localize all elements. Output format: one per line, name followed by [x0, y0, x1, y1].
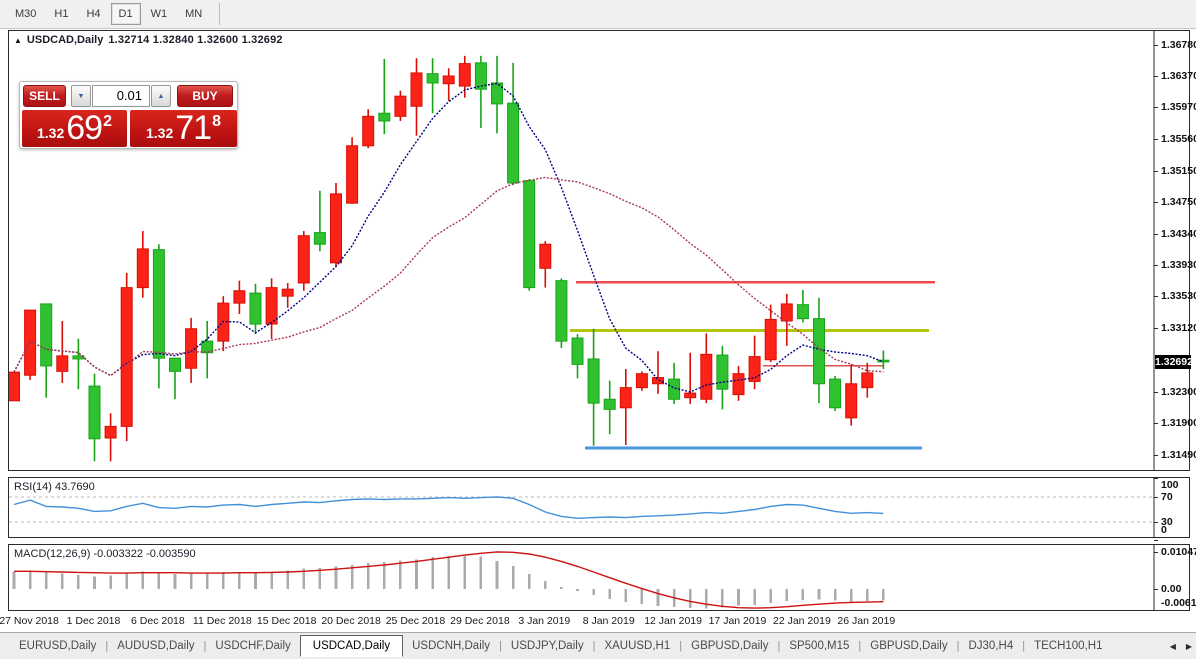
sell-quote-panel[interactable]: 1.32 69 2 [22, 110, 127, 147]
timeframe-buttons: M30H1H4D1W1MN [6, 3, 211, 25]
collapse-icon[interactable]: ▲ [14, 36, 22, 45]
timeframe-toolbar: M30H1H4D1W1MN [0, 0, 1196, 29]
macd-axis-label: 0.010471 [1161, 546, 1196, 558]
price-axis-label: 1.34340 [1161, 228, 1196, 240]
price-chart-pane[interactable]: ▲ USDCAD,Daily 1.32714 1.32840 1.32600 1… [8, 30, 1190, 471]
price-axis-label: 1.36370 [1161, 70, 1196, 82]
macd-axis-tick [1154, 552, 1158, 553]
rsi-chart-canvas[interactable] [9, 478, 1189, 537]
chart-tab-bar: EURUSD,Daily|AUDUSD,Daily|USDCHF,DailyUS… [0, 632, 1196, 659]
buy-price-prefix: 1.32 [146, 125, 173, 141]
price-axis-label: 1.35970 [1161, 101, 1196, 113]
tab-audusd-daily[interactable]: AUDUSD,Daily [108, 636, 203, 656]
rsi-label: RSI(14) 43.7690 [14, 481, 95, 493]
macd-label: MACD(12,26,9) -0.003322 -0.003590 [14, 548, 196, 560]
sell-price-prefix: 1.32 [37, 125, 64, 141]
price-axis-label: 1.35150 [1161, 165, 1196, 177]
date-axis-label: 26 Jan 2019 [826, 615, 906, 627]
price-axis-label: 1.33930 [1161, 259, 1196, 271]
price-axis-label: 1.34750 [1161, 196, 1196, 208]
volume-decrease-button[interactable]: ▼ [71, 85, 91, 107]
rsi-indicator-pane[interactable]: RSI(14) 43.7690 10070300 [8, 477, 1190, 538]
chart-symbol-label: USDCAD,Daily [27, 34, 103, 46]
macd-axis-tick [1154, 589, 1158, 590]
chart-tabs: EURUSD,Daily|AUDUSD,Daily|USDCHF,DailyUS… [10, 635, 1111, 657]
timeframe-button-D1[interactable]: D1 [111, 3, 141, 25]
chevron-up-icon: ▲ [158, 93, 165, 100]
one-click-trading-panel: SELL ▼ 0.01 ▲ BUY 1.32 69 2 1.32 71 8 [19, 81, 238, 149]
price-axis-tick [1154, 76, 1158, 77]
tab-gbpusd-daily[interactable]: GBPUSD,Daily [861, 636, 956, 656]
timeframe-button-H4[interactable]: H4 [78, 3, 108, 25]
price-axis-label: 1.31490 [1161, 449, 1196, 461]
buy-quote-panel[interactable]: 1.32 71 8 [130, 110, 237, 147]
mt4-terminal: M30H1H4D1W1MN ▲ USDCAD,Daily 1.32714 1.3… [0, 0, 1196, 659]
price-axis-tick [1154, 45, 1158, 46]
tab-usdcnh-daily[interactable]: USDCNH,Daily [403, 636, 499, 656]
macd-axis-label: 0.00 [1161, 583, 1181, 595]
price-axis-label: 1.32300 [1161, 386, 1196, 398]
timeframe-button-M30[interactable]: M30 [7, 3, 44, 25]
tab-scroll-right-icon[interactable]: ▶ [1186, 642, 1192, 651]
sell-price-big: 69 [66, 110, 102, 146]
chart-title: ▲ USDCAD,Daily 1.32714 1.32840 1.32600 1… [14, 34, 283, 46]
rsi-axis-label: 0 [1161, 524, 1167, 536]
price-axis-tick [1154, 171, 1158, 172]
tab-dj30-h4[interactable]: DJ30,H4 [959, 636, 1022, 656]
tab-sp500-m15[interactable]: SP500,M15 [780, 636, 858, 656]
price-axis-tick [1154, 265, 1158, 266]
rsi-axis-label: 100 [1161, 479, 1179, 491]
volume-input[interactable]: 0.01 [92, 85, 150, 107]
price-axis-label: 1.35560 [1161, 133, 1196, 145]
price-axis-tick [1154, 296, 1158, 297]
price-axis-tick [1154, 107, 1158, 108]
macd-indicator-pane[interactable]: MACD(12,26,9) -0.003322 -0.003590 0.0104… [8, 544, 1190, 611]
price-axis-label: 1.33120 [1161, 322, 1196, 334]
tab-usdchf-daily[interactable]: USDCHF,Daily [206, 636, 299, 656]
price-axis-tick [1154, 139, 1158, 140]
price-axis-tick [1154, 423, 1158, 424]
price-axis-tick [1154, 328, 1158, 329]
tab-xauusd-h1[interactable]: XAUUSD,H1 [595, 636, 679, 656]
price-axis-tick [1154, 455, 1158, 456]
current-price-badge: 1.32692 [1155, 355, 1191, 369]
rsi-axis-tick [1154, 540, 1158, 541]
chevron-down-icon: ▼ [78, 93, 85, 100]
rsi-axis-label: 70 [1161, 491, 1173, 503]
rsi-axis-tick [1154, 522, 1158, 523]
timeframe-button-W1[interactable]: W1 [143, 3, 176, 25]
sell-button[interactable]: SELL [23, 85, 66, 107]
timeframe-button-H1[interactable]: H1 [46, 3, 76, 25]
buy-price-pipette: 8 [212, 113, 221, 131]
buy-price-big: 71 [175, 110, 211, 146]
tab-usdjpy-daily[interactable]: USDJPY,Daily [502, 636, 593, 656]
volume-increase-button[interactable]: ▲ [151, 85, 171, 107]
chart-ohlc-values: 1.32714 1.32840 1.32600 1.32692 [108, 34, 282, 46]
price-axis-label: 1.31900 [1161, 417, 1196, 429]
buy-button[interactable]: BUY [177, 85, 233, 107]
toolbar-divider [219, 3, 220, 25]
time-axis: 27 Nov 20181 Dec 20186 Dec 201811 Dec 20… [8, 612, 1190, 632]
price-axis-label: 1.33530 [1161, 290, 1196, 302]
tab-usdcad-daily[interactable]: USDCAD,Daily [300, 635, 403, 657]
tab-scroll-left-icon[interactable]: ◀ [1170, 642, 1176, 651]
rsi-axis-tick [1154, 497, 1158, 498]
price-axis-tick [1154, 392, 1158, 393]
price-axis-tick [1154, 234, 1158, 235]
tab-gbpusd-daily[interactable]: GBPUSD,Daily [682, 636, 777, 656]
tab-tech100-h1[interactable]: TECH100,H1 [1025, 636, 1111, 656]
tab-scroll-arrows: ◀ ▶ [1170, 633, 1192, 659]
macd-axis-label: -0.006164 [1161, 597, 1196, 609]
tab-eurusd-daily[interactable]: EURUSD,Daily [10, 636, 105, 656]
sell-price-pipette: 2 [103, 113, 112, 131]
price-axis-tick [1154, 202, 1158, 203]
timeframe-button-MN[interactable]: MN [177, 3, 210, 25]
price-axis-label: 1.36780 [1161, 39, 1196, 51]
rsi-axis-tick [1154, 478, 1158, 479]
